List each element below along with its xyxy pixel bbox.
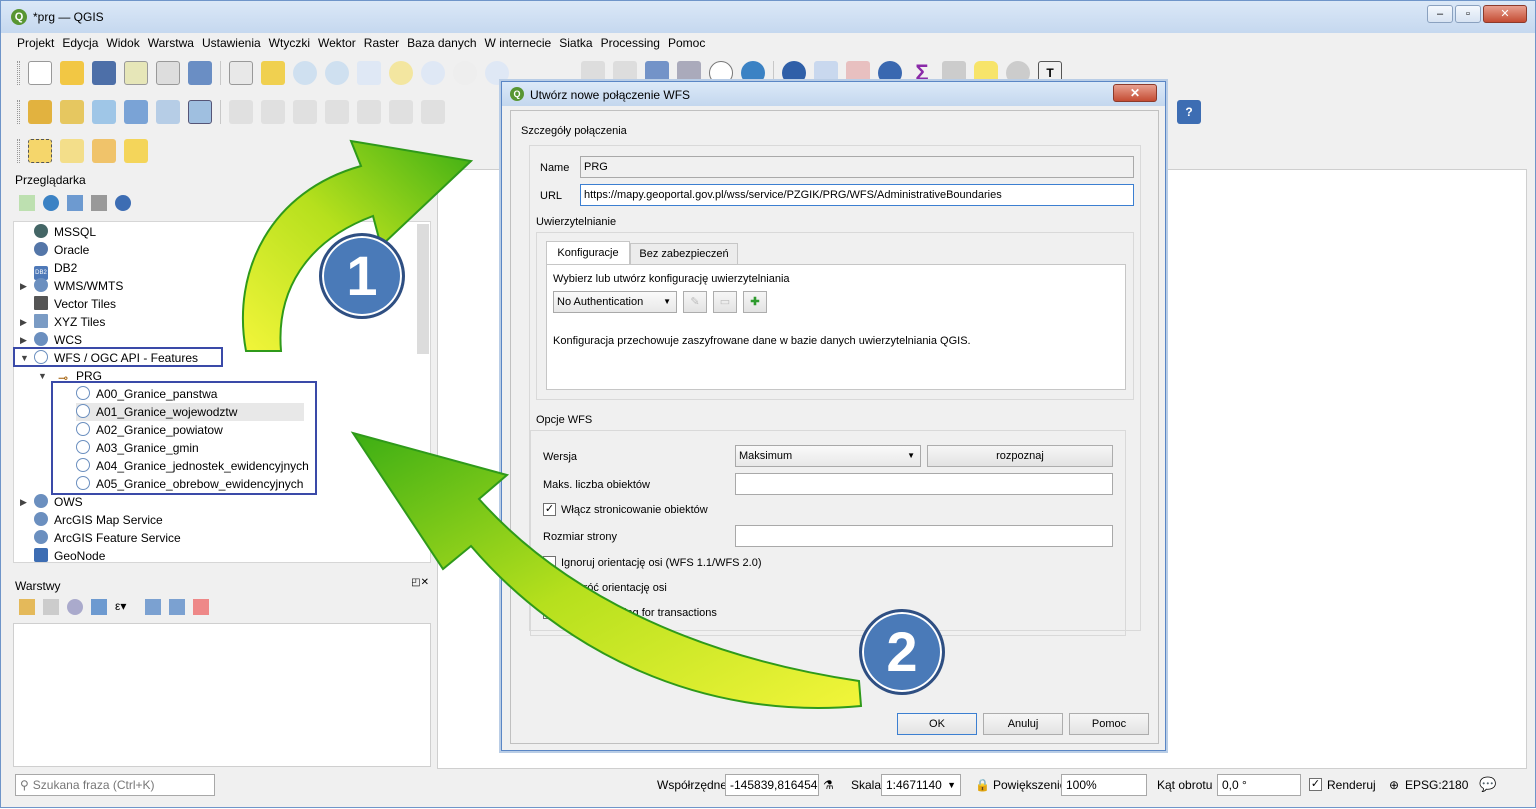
- annotation-arrows: [241, 139, 863, 710]
- step-2-marker: 2: [859, 609, 945, 695]
- arrow-2: [350, 431, 863, 710]
- qgis-window: Q *prg — QGIS – ▫ ✕ Projekt Edycja Widok…: [0, 0, 1536, 808]
- step-1-marker: 1: [319, 233, 405, 319]
